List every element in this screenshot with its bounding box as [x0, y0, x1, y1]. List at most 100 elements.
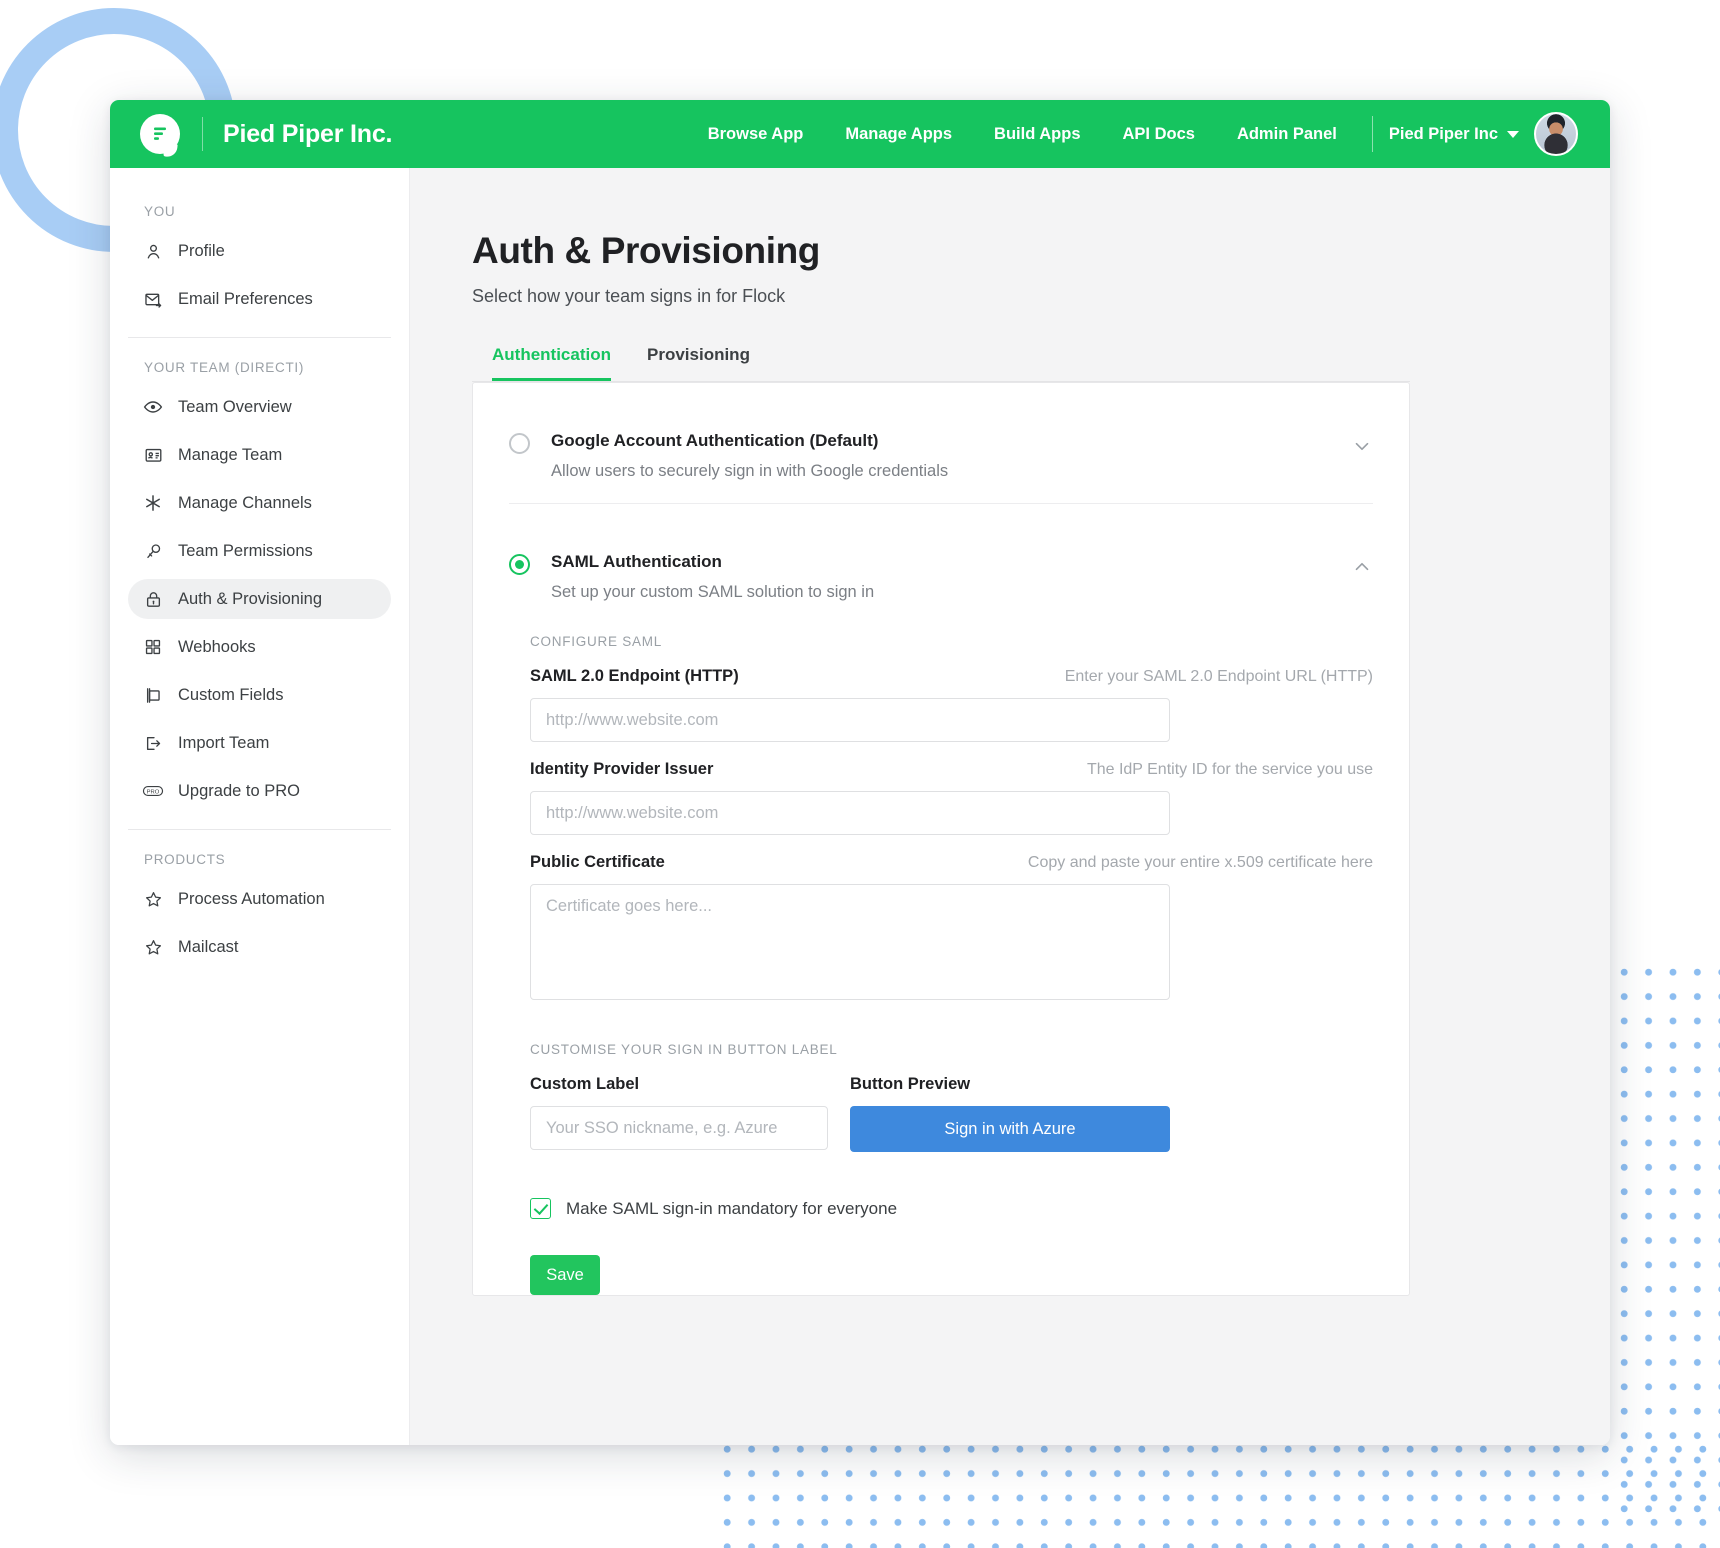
sidebar-item-label: Profile: [178, 242, 225, 261]
configure-saml-section-label: CONFIGURE SAML: [530, 634, 1373, 649]
decorative-dot-grid-bottom: [715, 1437, 1720, 1548]
mandatory-saml-checkbox-row[interactable]: Make SAML sign-in mandatory for everyone: [530, 1198, 1373, 1219]
sidebar-section-products: PRODUCTS Process Automation: [110, 852, 409, 967]
sidebar-item-label: Process Automation: [178, 890, 325, 909]
radio-google-auth[interactable]: [509, 433, 530, 454]
sidebar-item-label: Team Permissions: [178, 542, 313, 561]
sidebar-item-label: Manage Team: [178, 446, 282, 465]
chevron-up-icon[interactable]: [1351, 556, 1373, 578]
sidebar-item-label: Custom Fields: [178, 686, 283, 705]
identity-provider-issuer-input[interactable]: http://www.website.com: [530, 791, 1170, 835]
auth-option-description: Set up your custom SAML solution to sign…: [551, 583, 1351, 602]
sidebar-item-label: Team Overview: [178, 398, 292, 417]
field-label: Public Certificate: [530, 853, 665, 872]
brand-divider: [202, 117, 203, 151]
button-preview-label: Button Preview: [850, 1075, 1170, 1094]
nav-link-api-docs[interactable]: API Docs: [1102, 125, 1216, 144]
user-menu-label: Pied Piper Inc: [1389, 125, 1498, 144]
field-identity-provider-issuer: Identity Provider Issuer The IdP Entity …: [530, 760, 1373, 835]
import-arrow-icon: [142, 732, 164, 754]
nav-divider: [1372, 116, 1373, 152]
tab-provisioning[interactable]: Provisioning: [647, 345, 750, 381]
radio-saml-auth[interactable]: [509, 554, 530, 575]
sidebar-divider: [128, 337, 391, 338]
sidebar-item-label: Webhooks: [178, 638, 256, 657]
sidebar-item-label: Import Team: [178, 734, 269, 753]
mandatory-saml-checkbox[interactable]: [530, 1198, 551, 1219]
sidebar-item-mailcast[interactable]: Mailcast: [128, 927, 391, 967]
sidebar-heading-products: PRODUCTS: [128, 852, 391, 867]
star-icon: [142, 888, 164, 910]
pro-badge-icon: PRO: [142, 780, 164, 802]
sidebar-item-upgrade-to-pro[interactable]: PRO Upgrade to PRO: [128, 771, 391, 811]
auth-option-google[interactable]: Google Account Authentication (Default) …: [473, 383, 1409, 503]
sidebar-item-manage-channels[interactable]: Manage Channels: [128, 483, 391, 523]
auth-option-description: Allow users to securely sign in with Goo…: [551, 462, 1351, 481]
user-menu[interactable]: Pied Piper Inc: [1381, 125, 1519, 144]
auth-option-title: SAML Authentication: [551, 552, 1351, 572]
sidebar-item-webhooks[interactable]: Webhooks: [128, 627, 391, 667]
svg-text:PRO: PRO: [147, 790, 160, 796]
sidebar-divider: [128, 829, 391, 830]
nav-link-build-apps[interactable]: Build Apps: [973, 125, 1101, 144]
eye-icon: [142, 396, 164, 418]
sidebar-item-label: Upgrade to PRO: [178, 782, 300, 801]
nav-links: Browse App Manage Apps Build Apps API Do…: [687, 112, 1578, 156]
person-icon: [142, 240, 164, 262]
customise-button-section-label: CUSTOMISE YOUR SIGN IN BUTTON LABEL: [530, 1042, 1373, 1057]
auth-option-title: Google Account Authentication (Default): [551, 431, 1351, 451]
auth-option-saml[interactable]: SAML Authentication Set up your custom S…: [473, 504, 1409, 602]
screenshot-stage: Pied Piper Inc. Browse App Manage Apps B…: [0, 0, 1720, 1548]
save-button[interactable]: Save: [530, 1255, 600, 1295]
page-title: Auth & Provisioning: [472, 230, 1610, 272]
decorative-dot-grid-right: [1612, 960, 1720, 1520]
nav-link-admin-panel[interactable]: Admin Panel: [1216, 125, 1358, 144]
field-label: SAML 2.0 Endpoint (HTTP): [530, 667, 739, 686]
custom-label-group: Custom Label Your SSO nickname, e.g. Azu…: [530, 1075, 828, 1152]
saml-endpoint-input[interactable]: http://www.website.com: [530, 698, 1170, 742]
button-preview-group: Button Preview Sign in with Azure: [850, 1075, 1170, 1152]
sidebar-item-import-team[interactable]: Import Team: [128, 723, 391, 763]
chevron-down-icon: [1507, 131, 1519, 138]
saml-configuration-form: CONFIGURE SAML SAML 2.0 Endpoint (HTTP) …: [473, 602, 1409, 1295]
field-hint: Enter your SAML 2.0 Endpoint URL (HTTP): [1065, 668, 1373, 686]
sidebar-item-email-preferences[interactable]: Email Preferences: [128, 279, 391, 319]
field-label: Identity Provider Issuer: [530, 760, 713, 779]
app-body: YOU Profile: [110, 168, 1610, 1445]
sign-in-preview-button[interactable]: Sign in with Azure: [850, 1106, 1170, 1152]
sidebar: YOU Profile: [110, 168, 410, 1445]
field-saml-endpoint: SAML 2.0 Endpoint (HTTP) Enter your SAML…: [530, 667, 1373, 742]
public-certificate-textarea[interactable]: Certificate goes here...: [530, 884, 1170, 1000]
tab-bar: Authentication Provisioning: [492, 345, 1610, 381]
star-icon: [142, 936, 164, 958]
custom-label-input[interactable]: Your SSO nickname, e.g. Azure: [530, 1106, 828, 1150]
sidebar-item-manage-team[interactable]: Manage Team: [128, 435, 391, 475]
page-subtitle: Select how your team signs in for Flock: [472, 286, 1610, 307]
button-label-row: Custom Label Your SSO nickname, e.g. Azu…: [530, 1075, 1373, 1152]
nav-link-browse-app[interactable]: Browse App: [687, 125, 825, 144]
lock-icon: [142, 588, 164, 610]
avatar[interactable]: [1534, 112, 1578, 156]
sidebar-item-team-overview[interactable]: Team Overview: [128, 387, 391, 427]
sidebar-item-label: Mailcast: [178, 938, 239, 957]
sidebar-item-process-automation[interactable]: Process Automation: [128, 879, 391, 919]
sidebar-item-label: Manage Channels: [178, 494, 312, 513]
field-hint: The IdP Entity ID for the service you us…: [1087, 761, 1373, 779]
nav-link-manage-apps[interactable]: Manage Apps: [824, 125, 973, 144]
field-public-certificate: Public Certificate Copy and paste your e…: [530, 853, 1373, 1000]
brand-name: Pied Piper Inc.: [223, 120, 392, 149]
asterisk-icon: [142, 492, 164, 514]
chevron-down-icon[interactable]: [1351, 435, 1373, 457]
sidebar-item-auth-provisioning[interactable]: Auth & Provisioning: [128, 579, 391, 619]
sidebar-item-custom-fields[interactable]: Custom Fields: [128, 675, 391, 715]
sidebar-item-profile[interactable]: Profile: [128, 231, 391, 271]
tab-authentication[interactable]: Authentication: [492, 345, 611, 381]
sidebar-heading-you: YOU: [128, 204, 391, 219]
grid-squares-icon: [142, 636, 164, 658]
custom-label-label: Custom Label: [530, 1075, 828, 1094]
sidebar-item-team-permissions[interactable]: Team Permissions: [128, 531, 391, 571]
sidebar-item-label: Auth & Provisioning: [178, 590, 322, 609]
key-icon: [142, 540, 164, 562]
brand[interactable]: Pied Piper Inc.: [140, 114, 392, 154]
app-window: Pied Piper Inc. Browse App Manage Apps B…: [110, 100, 1610, 1445]
